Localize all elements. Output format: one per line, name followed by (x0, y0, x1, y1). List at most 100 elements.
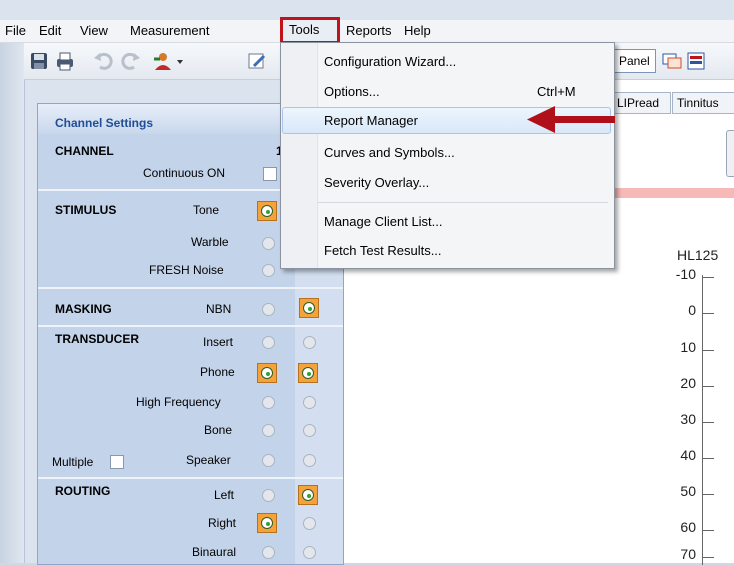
y-tick-mark (702, 422, 714, 423)
bone-radio-ch1[interactable] (262, 424, 275, 437)
continuous-on-label: Continuous ON (143, 166, 226, 180)
stimulus-section-label: STIMULUS (55, 203, 117, 217)
insert-radio-ch2[interactable] (303, 336, 316, 349)
phone-label: Phone (200, 365, 235, 379)
y-tick-label: 50 (680, 483, 696, 499)
nbn-label: NBN (206, 302, 232, 316)
tone-radio-ch1[interactable] (257, 201, 277, 221)
continuous-on-checkbox[interactable] (263, 167, 277, 181)
save-icon[interactable] (28, 50, 50, 72)
y-tick-label: 30 (680, 411, 696, 427)
y-tick-label: 20 (680, 375, 696, 391)
menu-item-manage-client-list[interactable]: Manage Client List... (324, 214, 443, 229)
binaural-label: Binaural (192, 545, 237, 559)
left-radio-ch2[interactable] (298, 485, 318, 505)
speaker-radio-ch2[interactable] (303, 454, 316, 467)
y-tick-label: 70 (680, 546, 696, 562)
insert-radio-ch1[interactable] (262, 336, 275, 349)
right-radio-ch1[interactable] (257, 513, 277, 533)
binaural-radio-ch2[interactable] (303, 546, 316, 559)
chevron-down-icon[interactable] (175, 50, 185, 72)
right-radio-ch2[interactable] (303, 517, 316, 530)
menu-view[interactable]: View (80, 23, 108, 38)
phone-radio-ch1[interactable] (257, 363, 277, 383)
y-tick-label: 10 (680, 339, 696, 355)
speaker-radio-ch1[interactable] (262, 454, 275, 467)
multiple-checkbox[interactable] (110, 455, 124, 469)
menu-item-configuration-wizard[interactable]: Configuration Wizard... (324, 54, 456, 69)
phone-radio-ch2[interactable] (298, 363, 318, 383)
transducer-section-label: TRANSDUCER (55, 332, 139, 346)
masking-section-label: MASKING (55, 302, 112, 316)
menu-item-options[interactable]: Options... (324, 84, 380, 99)
test-tabs: LIPread Tinnitus (605, 92, 734, 114)
binaural-radio-ch1[interactable] (262, 546, 275, 559)
routing-section-label: ROUTING (55, 484, 111, 498)
menu-item-severity-overlay[interactable]: Severity Overlay... (324, 175, 429, 190)
window-layout-icon[interactable] (661, 50, 683, 72)
y-tick-label: 0 (688, 302, 696, 318)
print-icon[interactable] (54, 50, 76, 72)
edit-icon[interactable] (246, 50, 268, 72)
tab-tinnitus[interactable]: Tinnitus (672, 92, 734, 114)
menu-tools[interactable]: Tools (280, 17, 340, 44)
menu-reports[interactable]: Reports (346, 23, 392, 38)
y-tick-mark (702, 350, 714, 351)
panel-button[interactable]: l Panel (610, 49, 656, 73)
fresh-noise-radio-ch1[interactable] (262, 264, 275, 277)
left-label: Left (214, 488, 235, 502)
audiogram-header: HL125 (677, 247, 719, 263)
y-tick-mark (702, 557, 714, 558)
side-button[interactable] (726, 130, 734, 177)
y-tick-mark (702, 313, 714, 314)
y-tick-mark (702, 458, 714, 459)
menu-help[interactable]: Help (404, 23, 431, 38)
divider (38, 477, 343, 479)
redo-icon[interactable] (120, 50, 142, 72)
menu-measurement[interactable]: Measurement (130, 23, 209, 38)
menu-file[interactable]: File (5, 23, 26, 38)
menu-item-fetch-test-results[interactable]: Fetch Test Results... (324, 243, 442, 258)
report-icon[interactable] (685, 50, 707, 72)
divider (38, 287, 343, 289)
menu-item-options-shortcut: Ctrl+M (537, 84, 576, 99)
y-tick-mark (702, 386, 714, 387)
high-frequency-label: High Frequency (136, 395, 221, 409)
channel-section-label: CHANNEL (55, 144, 114, 158)
warble-label: Warble (191, 235, 229, 249)
menu-bar: File Edit View Measurement Reports Help (0, 20, 734, 43)
menu-icon-gutter (281, 43, 318, 268)
right-label: Right (208, 516, 237, 530)
divider (38, 325, 343, 327)
tone-label: Tone (193, 203, 220, 217)
bone-label: Bone (204, 423, 233, 437)
y-tick-mark (702, 494, 714, 495)
client-icon[interactable] (152, 50, 174, 72)
menu-separator (318, 202, 608, 203)
high-frequency-radio-ch2[interactable] (303, 396, 316, 409)
bone-radio-ch2[interactable] (303, 424, 316, 437)
annotation-arrow-icon (527, 106, 615, 133)
speaker-label: Speaker (186, 453, 231, 467)
fresh-noise-label: FRESH Noise (149, 263, 224, 277)
menu-item-report-manager[interactable]: Report Manager (324, 113, 418, 128)
insert-label: Insert (203, 335, 234, 349)
y-tick-mark (702, 530, 714, 531)
multiple-label: Multiple (52, 455, 94, 469)
y-tick-label: -10 (675, 266, 696, 282)
undo-icon[interactable] (92, 50, 114, 72)
menu-item-curves-and-symbols[interactable]: Curves and Symbols... (324, 145, 455, 160)
left-radio-ch1[interactable] (262, 489, 275, 502)
nbn-radio-ch1[interactable] (262, 303, 275, 316)
menu-tools-label: Tools (289, 22, 320, 37)
audiogram-y-axis (702, 275, 703, 565)
y-tick-mark (702, 277, 714, 278)
menu-edit[interactable]: Edit (39, 23, 61, 38)
nbn-radio-ch2[interactable] (299, 298, 319, 318)
high-frequency-radio-ch1[interactable] (262, 396, 275, 409)
window-left-edge (0, 43, 25, 563)
y-tick-label: 60 (680, 519, 696, 535)
y-tick-label: 40 (680, 447, 696, 463)
warble-radio-ch1[interactable] (262, 237, 275, 250)
panel-title: Channel Settings (55, 116, 154, 130)
